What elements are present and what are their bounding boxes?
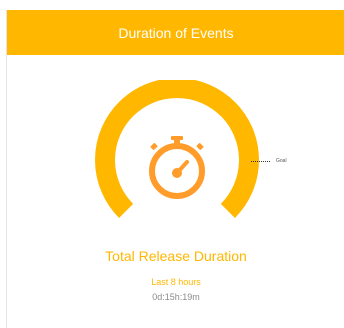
metric-period: Last 8 hours (151, 277, 201, 287)
goal-label: Goal (276, 158, 287, 164)
gauge-svg (95, 77, 259, 218)
widget-title: Duration of Events (118, 24, 234, 41)
duration-gauge (87, 77, 267, 240)
gauge-arc (95, 77, 259, 218)
metric-value: 0d:15h:19m (152, 292, 200, 302)
widget-header: Duration of Events (7, 10, 344, 55)
goal-marker-line (251, 161, 270, 162)
metric-title: Total Release Duration (105, 248, 247, 264)
stopwatch-icon (149, 136, 205, 199)
duration-widget: Duration of Events Goal Total Release Du… (6, 10, 344, 328)
